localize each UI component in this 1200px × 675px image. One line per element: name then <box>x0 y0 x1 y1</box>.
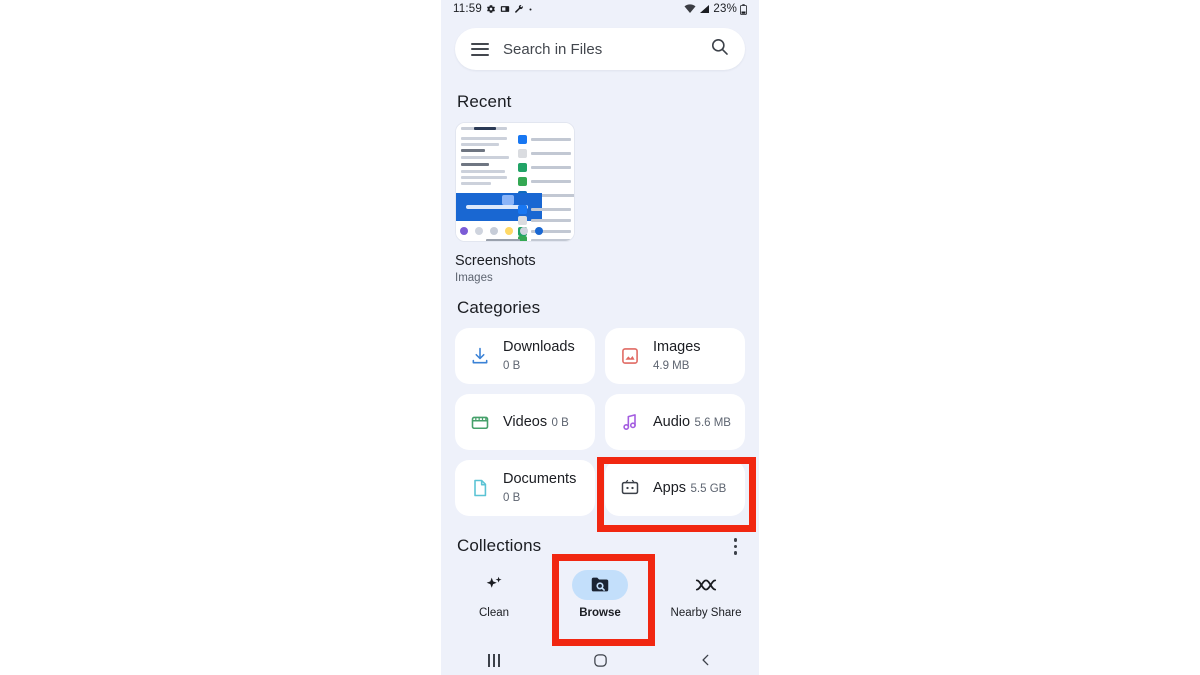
wifi-icon <box>684 4 696 14</box>
category-label: Audio <box>653 414 691 431</box>
screenshot-icon <box>500 4 510 14</box>
back-icon[interactable] <box>653 653 759 667</box>
category-label: Images <box>653 339 701 356</box>
search-input[interactable]: Search in Files <box>503 41 696 58</box>
category-size: 5.5 GB <box>690 483 727 496</box>
bottom-navigation: Clean Browse Nearby Share <box>441 560 759 645</box>
collections-section: Collections <box>455 530 745 563</box>
nav-label: Nearby Share <box>670 607 742 619</box>
search-icon[interactable] <box>710 37 729 61</box>
nav-item-browse[interactable]: Browse <box>547 570 653 619</box>
categories-heading: Categories <box>457 298 541 318</box>
category-label: Documents <box>503 471 577 488</box>
nav-label: Clean <box>478 607 510 619</box>
nav-item-nearby-share[interactable]: Nearby Share <box>653 570 759 619</box>
gear-icon <box>486 4 496 14</box>
recent-item-name: Screenshots <box>455 253 536 269</box>
screenshot-canvas: 11:59 23% Search in Files Recent Screens… <box>0 0 1200 675</box>
video-icon <box>469 411 491 433</box>
category-size: 4.9 MB <box>653 360 690 373</box>
status-bar-time: 11:59 <box>453 3 482 15</box>
recent-heading: Recent <box>457 92 512 111</box>
dot-icon <box>528 7 533 12</box>
recents-icon[interactable] <box>441 653 547 667</box>
battery-level: 23% <box>713 3 737 15</box>
sparkle-icon <box>466 570 522 600</box>
status-bar-right: 23% <box>684 3 747 15</box>
recent-thumbnail[interactable] <box>455 122 575 242</box>
more-options-icon[interactable] <box>728 530 744 563</box>
recent-item[interactable]: Screenshots Images <box>455 122 745 284</box>
nav-label: Browse <box>579 607 621 619</box>
folder-search-icon <box>572 570 628 600</box>
category-card-images[interactable]: Images 4.9 MB <box>605 328 745 385</box>
battery-icon <box>740 3 747 15</box>
category-size: 0 B <box>503 360 521 373</box>
main-content: Recent Screenshots Images Categories Dow… <box>441 92 759 563</box>
category-size: 0 B <box>551 417 569 430</box>
nav-item-clean[interactable]: Clean <box>441 570 547 619</box>
phone-screen: 11:59 23% Search in Files Recent Screens… <box>441 0 759 675</box>
apps-icon <box>619 477 641 499</box>
category-card-videos[interactable]: Videos 0 B <box>455 394 595 451</box>
recent-section: Recent Screenshots Images <box>455 92 745 284</box>
category-card-downloads[interactable]: Downloads 0 B <box>455 328 595 385</box>
nearby-share-icon <box>678 570 734 600</box>
system-navigation-bar <box>441 645 759 675</box>
download-icon <box>469 345 491 367</box>
audio-icon <box>619 411 641 433</box>
categories-section: Categories Downloads 0 B Images 4.9 MB V… <box>455 298 745 517</box>
wrench-icon <box>514 4 524 14</box>
category-card-audio[interactable]: Audio 5.6 MB <box>605 394 745 451</box>
image-icon <box>619 345 641 367</box>
category-card-documents[interactable]: Documents 0 B <box>455 460 595 517</box>
collections-heading: Collections <box>457 536 542 556</box>
home-icon[interactable] <box>547 653 653 668</box>
category-size: 5.6 MB <box>694 417 731 430</box>
status-bar-left: 11:59 <box>453 3 533 15</box>
status-bar: 11:59 23% <box>441 0 759 18</box>
signal-icon <box>699 4 710 14</box>
category-label: Downloads <box>503 339 575 356</box>
category-label: Videos <box>503 414 548 431</box>
search-bar[interactable]: Search in Files <box>455 28 745 70</box>
category-card-apps[interactable]: Apps 5.5 GB <box>605 460 745 517</box>
category-label: Apps <box>653 480 687 497</box>
search-bar-container: Search in Files <box>441 18 759 76</box>
document-icon <box>469 477 491 499</box>
category-size: 0 B <box>503 492 521 505</box>
hamburger-menu-icon[interactable] <box>471 42 489 56</box>
categories-grid: Downloads 0 B Images 4.9 MB Videos 0 B A… <box>455 328 745 517</box>
recent-item-type: Images <box>455 272 493 285</box>
